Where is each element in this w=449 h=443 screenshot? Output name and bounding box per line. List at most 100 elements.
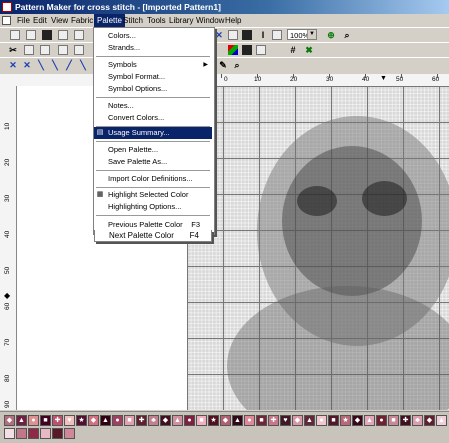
palette-swatch[interactable]: [52, 428, 63, 439]
save-icon[interactable]: [42, 30, 52, 40]
menu-item-symbol-format[interactable]: Symbol Format...: [94, 71, 212, 83]
menu-item-next-palette-color[interactable]: Next Palette Color F4: [94, 230, 212, 242]
menu-item-usage-summary[interactable]: ▤ Usage Summary...: [94, 127, 212, 139]
open-icon[interactable]: [26, 30, 36, 40]
solid-icon[interactable]: [242, 30, 252, 40]
palette-swatch[interactable]: ▲: [232, 415, 243, 426]
palette-swatch[interactable]: ▲: [304, 415, 315, 426]
palette-swatch[interactable]: ★: [340, 415, 351, 426]
menu-help[interactable]: Help: [222, 14, 244, 27]
palette-swatch[interactable]: ■: [256, 415, 267, 426]
quarter-stitch-icon[interactable]: ╲: [36, 60, 46, 70]
magnify-icon[interactable]: ⌕: [342, 30, 352, 40]
palette-swatch[interactable]: ♣: [412, 415, 423, 426]
grid-toggle-icon[interactable]: [272, 30, 282, 40]
palette-swatch[interactable]: ★: [208, 415, 219, 426]
palette-swatch[interactable]: ●: [376, 415, 387, 426]
palette-swatch[interactable]: ▲: [172, 415, 183, 426]
palette-swatch[interactable]: ▲: [16, 415, 27, 426]
menu-item-save-palette-as[interactable]: Save Palette As...: [94, 156, 212, 168]
menu-edit[interactable]: Edit: [30, 14, 50, 27]
palette-swatch[interactable]: ◆: [352, 415, 363, 426]
grid-icon[interactable]: #: [288, 45, 298, 55]
copy-icon[interactable]: [24, 45, 34, 55]
select-icon[interactable]: ✖: [304, 45, 314, 55]
eyedropper-icon[interactable]: ✎: [218, 60, 228, 70]
palette-swatch[interactable]: ◆: [220, 415, 231, 426]
menu-item-strands[interactable]: Strands...: [94, 42, 212, 54]
palette-swatch[interactable]: ■: [124, 415, 135, 426]
ruler-label: 60: [432, 76, 440, 83]
full-stitch-icon[interactable]: ✕: [8, 60, 18, 70]
color-palette-icon[interactable]: [228, 45, 238, 55]
palette-swatch[interactable]: [16, 428, 27, 439]
menu-library[interactable]: Library: [166, 14, 196, 27]
knot-icon[interactable]: [256, 45, 266, 55]
palette-swatch[interactable]: ◆: [292, 415, 303, 426]
cross-stitch-icon[interactable]: ✕: [214, 30, 224, 40]
palette-swatch[interactable]: ◆: [160, 415, 171, 426]
document-icon[interactable]: [2, 16, 11, 25]
palette-swatch[interactable]: ●: [112, 415, 123, 426]
chevron-down-icon[interactable]: ▼: [307, 30, 316, 39]
palette-swatch[interactable]: ●: [244, 415, 255, 426]
backstitch-icon[interactable]: [242, 45, 252, 55]
palette-swatch[interactable]: ●: [28, 415, 39, 426]
fill-icon[interactable]: [228, 30, 238, 40]
palette-swatch[interactable]: ●: [184, 415, 195, 426]
palette-swatch[interactable]: ▲: [436, 415, 447, 426]
palette-swatch[interactable]: [40, 428, 51, 439]
palette-swatch[interactable]: ■: [388, 415, 399, 426]
palette-swatch[interactable]: ✚: [400, 415, 411, 426]
palette-swatch[interactable]: ✚: [136, 415, 147, 426]
palette-swatch[interactable]: ▲: [100, 415, 111, 426]
palette-swatch[interactable]: ★: [76, 415, 87, 426]
find-icon[interactable]: ⌕: [232, 60, 242, 70]
palette-swatch[interactable]: ■: [328, 415, 339, 426]
palette-swatch[interactable]: ♥: [64, 415, 75, 426]
menu-item-open-palette[interactable]: Open Palette...: [94, 144, 212, 156]
palette-swatch[interactable]: [64, 428, 75, 439]
palette-swatch[interactable]: ♥: [280, 415, 291, 426]
stitch-grid[interactable]: [187, 86, 449, 410]
palette-swatch[interactable]: ✚: [52, 415, 63, 426]
text-icon[interactable]: I: [258, 30, 268, 40]
palette-swatch[interactable]: [28, 428, 39, 439]
cut-icon[interactable]: ✂: [8, 45, 18, 55]
palette-swatch[interactable]: ✚: [268, 415, 279, 426]
menu-item-colors[interactable]: Colors...: [94, 30, 212, 42]
menu-item-symbols[interactable]: Symbols ▶: [94, 59, 212, 71]
print-icon[interactable]: [58, 30, 68, 40]
new-icon[interactable]: [10, 30, 20, 40]
half-stitch-icon[interactable]: ✕: [22, 60, 32, 70]
zoom-select[interactable]: 100% ▼: [287, 29, 317, 40]
palette-swatch[interactable]: ▲: [364, 415, 375, 426]
menu-fabric[interactable]: Fabric: [68, 14, 96, 27]
three-quarter-stitch-icon[interactable]: ╲: [50, 60, 60, 70]
palette-swatch[interactable]: [4, 428, 15, 439]
flip-icon[interactable]: [58, 45, 68, 55]
zoom-in-icon[interactable]: ⊕: [326, 30, 336, 40]
palette-swatch[interactable]: ■: [196, 415, 207, 426]
palette-swatch[interactable]: ◆: [4, 415, 15, 426]
palette-swatch[interactable]: ◆: [424, 415, 435, 426]
menu-item-import-color-definitions[interactable]: Import Color Definitions...: [94, 173, 212, 185]
petite-stitch-icon[interactable]: ╱: [64, 60, 74, 70]
palette-swatch[interactable]: ◆: [88, 415, 99, 426]
preview-icon[interactable]: [74, 30, 84, 40]
menu-item-highlighting-options[interactable]: Highlighting Options...: [94, 201, 212, 213]
menu-tools[interactable]: Tools: [144, 14, 169, 27]
menu-item-highlight-selected-color[interactable]: ▦ Highlight Selected Color: [94, 189, 212, 201]
paste-icon[interactable]: [40, 45, 50, 55]
menu-item-symbol-options[interactable]: Symbol Options...: [94, 83, 212, 95]
pattern-canvas[interactable]: [17, 86, 449, 410]
palette-swatch[interactable]: ■: [40, 415, 51, 426]
palette-swatch[interactable]: ♣: [148, 415, 159, 426]
highlight-icon: ▦: [96, 191, 104, 198]
menu-item-notes[interactable]: Notes...: [94, 100, 212, 112]
menu-item-convert-colors[interactable]: Convert Colors...: [94, 112, 212, 124]
palette-swatch[interactable]: ●: [316, 415, 327, 426]
rotate-icon[interactable]: [74, 45, 84, 55]
menu-stitch[interactable]: Stitch: [120, 14, 146, 27]
line-tool-icon[interactable]: ╲: [78, 60, 88, 70]
